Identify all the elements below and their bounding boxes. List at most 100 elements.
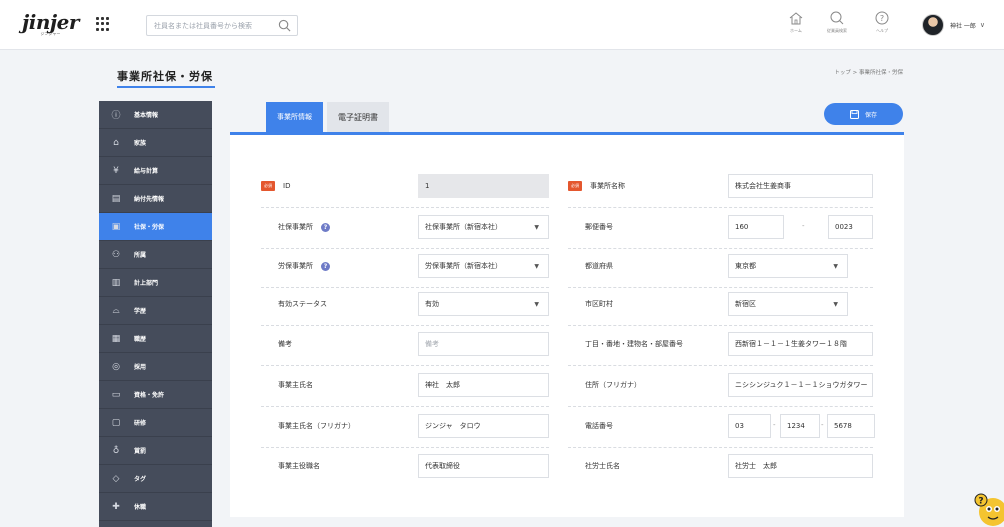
text-input[interactable]: ニシシンジュク１－１－１ショウガタワー (728, 373, 873, 397)
tab-bar: 事業所情報 電子証明書 (266, 102, 389, 132)
text-input[interactable]: 0023 (828, 215, 873, 239)
select-dropdown[interactable]: 有効 ▼ (418, 292, 549, 316)
sidebar-item[interactable]: ⌂ 家族 (99, 129, 212, 157)
text-input[interactable]: 1 (418, 174, 549, 198)
field-label-text: 事業所名称 (590, 182, 625, 190)
sidebar-item[interactable]: ⚇ 所属 (99, 241, 212, 269)
nav-home[interactable]: ホーム (780, 11, 812, 34)
row-divider (568, 287, 873, 288)
select-dropdown[interactable]: 東京都 ▼ (728, 254, 848, 278)
save-button[interactable]: 保存 (824, 103, 903, 125)
text-input[interactable]: 5678 (827, 414, 875, 438)
text-input[interactable]: 代表取締役 (418, 454, 549, 478)
nav-employee-search-label: 従業員検索 (827, 28, 847, 33)
text-input[interactable]: 03 (728, 414, 771, 438)
field-label-text: 住所（フリガナ） (585, 381, 641, 389)
help-mascot-icon[interactable]: ? (973, 490, 1004, 527)
tag-icon: ◇ (112, 473, 120, 484)
field-label-text: 備考 (278, 340, 292, 348)
sidebar-item[interactable]: ▥ 計上部門 (99, 269, 212, 297)
field-label: 郵便番号 (568, 215, 613, 239)
breadcrumb[interactable]: トップ > 事業所社保・労保 (834, 68, 903, 76)
tab-digital-certificate[interactable]: 電子証明書 (327, 102, 389, 132)
text-input[interactable]: ジンジャ タロウ (418, 414, 549, 438)
sidebar-item[interactable]: ▭ 資格・免許 (99, 381, 212, 409)
jinjer-logo[interactable]: jinjer ジンジャー (22, 12, 79, 37)
nav-help[interactable]: ? ヘルプ (866, 11, 898, 34)
sidebar-item[interactable]: ✚ 休職 (99, 493, 212, 521)
search-icon[interactable] (278, 19, 291, 32)
sidebar-item[interactable]: ⓘ 基本情報 (99, 101, 212, 129)
field-value: 労保事業所（新宿本社） (425, 262, 502, 270)
field-label: 必須 事業所名称 (568, 174, 625, 198)
field-value: 社保事業所（新宿本社） (425, 223, 502, 231)
row-divider (568, 207, 873, 208)
text-input[interactable]: 160 (728, 215, 784, 239)
row-divider (261, 447, 549, 448)
sidebar-item[interactable]: ◇ タグ (99, 465, 212, 493)
sidebar-item-label: 家族 (134, 140, 147, 147)
info-icon: ⓘ (111, 111, 121, 121)
text-input[interactable]: 社労士 太郎 (728, 454, 873, 478)
field-label-text: 事業主氏名（フリガナ） (278, 422, 355, 430)
sidebar-item-label: 賞罰 (134, 448, 147, 455)
sidebar-item[interactable]: ▢ 研修 (99, 409, 212, 437)
sidebar-item-label: 資格・免許 (134, 392, 165, 399)
field-value: 1 (425, 182, 430, 190)
chevron-down-icon: ▼ (833, 263, 838, 270)
sidebar-item-label: 休職 (134, 504, 147, 511)
user-menu[interactable]: 神社 一郎 ∨ (922, 14, 985, 36)
row-divider (261, 207, 549, 208)
field-value: 代表取締役 (425, 462, 460, 470)
field-label-text: 丁目・番地・建物名・部屋番号 (585, 340, 683, 348)
field-value: 新宿区 (735, 300, 756, 308)
apps-grid-icon[interactable] (96, 17, 110, 31)
text-input[interactable]: 株式会社生姜商事 (728, 174, 873, 198)
sidebar-item-label: 社保・労保 (134, 224, 165, 231)
chevron-down-icon: ▼ (534, 224, 539, 231)
field-label-text: 事業主氏名 (278, 381, 313, 389)
row-divider (261, 287, 549, 288)
required-badge: 必須 (568, 181, 582, 191)
help-icon[interactable]: ? (321, 261, 330, 271)
text-input[interactable]: 1234 (780, 414, 820, 438)
select-dropdown[interactable]: 新宿区 ▼ (728, 292, 848, 316)
row-divider (261, 365, 549, 366)
field-label: 都道府県 (568, 254, 613, 278)
row-divider (261, 406, 549, 407)
leave-icon: ✚ (112, 501, 120, 512)
field-label-text: 社労士氏名 (585, 462, 620, 470)
separator-dash: - (802, 222, 805, 230)
sidebar-item[interactable]: ♁ 賞罰 (99, 437, 212, 465)
sidebar-item[interactable]: ▤ 納付先情報 (99, 185, 212, 213)
help-icon[interactable]: ? (321, 222, 330, 232)
sidebar-item[interactable]: ⌓ 学歴 (99, 297, 212, 325)
select-dropdown[interactable]: 労保事業所（新宿本社） ▼ (418, 254, 549, 278)
sidebar-item[interactable]: ¥ 給与計算 (99, 157, 212, 185)
svg-text:?: ? (978, 497, 983, 507)
sidebar-item-label: 計上部門 (134, 280, 159, 287)
nav-help-label: ヘルプ (876, 28, 888, 33)
chevron-down-icon: ▼ (534, 263, 539, 270)
tab-office-info[interactable]: 事業所情報 (266, 102, 323, 132)
employee-search-input[interactable] (147, 16, 267, 35)
sidebar-item[interactable]: ▣ 社保・労保 (99, 213, 212, 241)
row-divider (568, 248, 873, 249)
text-input[interactable]: 備考 (418, 332, 549, 356)
field-label: 市区町村 (568, 292, 613, 316)
text-input[interactable]: 神社 太郎 (418, 373, 549, 397)
text-input[interactable]: 西新宿１－１－１生姜タワー１８階 (728, 332, 873, 356)
field-label: 住所（フリガナ） (568, 373, 641, 397)
field-value: 西新宿１－１－１生姜タワー１８階 (735, 340, 847, 348)
sidebar-item[interactable]: ▦ 職歴 (99, 325, 212, 353)
field-label: 事業主氏名（フリガナ） (261, 414, 355, 438)
nav-employee-search[interactable]: 従業員検索 (821, 11, 853, 34)
required-badge: 必須 (261, 181, 275, 191)
title-underline (117, 86, 215, 88)
field-label-text: 有効ステータス (278, 300, 327, 308)
sidebar-item[interactable]: ◎ 採用 (99, 353, 212, 381)
org-icon: ⚇ (111, 249, 121, 260)
field-label: 必須 ID (261, 174, 290, 198)
select-dropdown[interactable]: 社保事業所（新宿本社） ▼ (418, 215, 549, 239)
separator-dash: - (773, 421, 776, 429)
